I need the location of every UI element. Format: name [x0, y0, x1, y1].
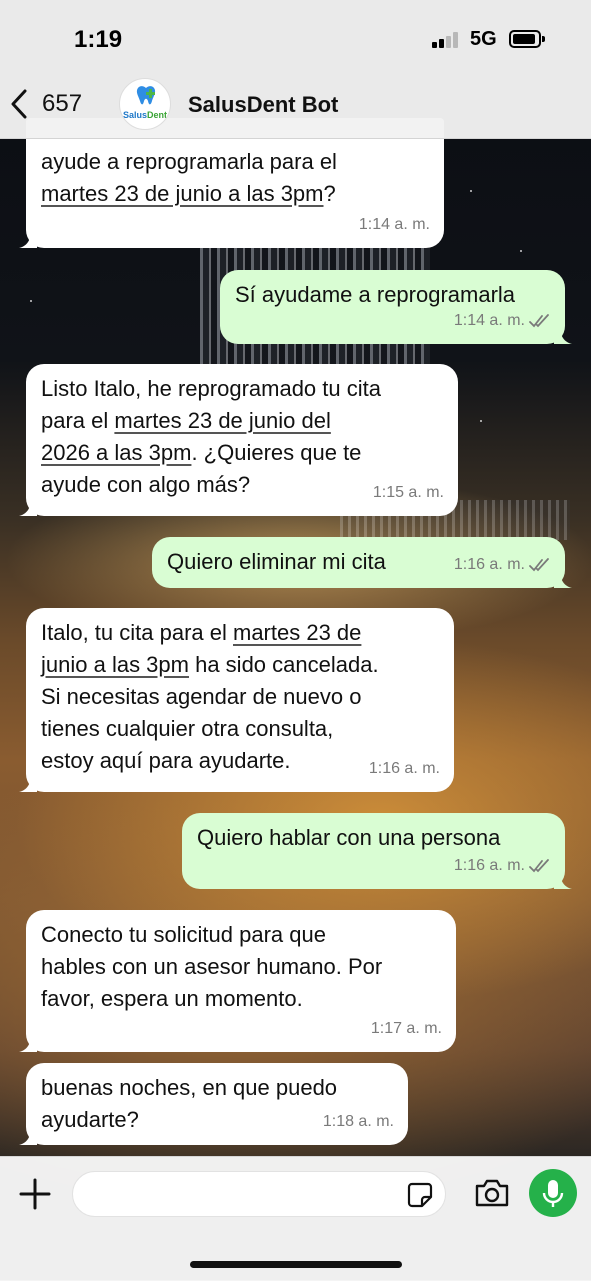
message-meta: 1:16 a. m. — [454, 850, 551, 882]
message-timestamp: 1:15 a. m. — [372, 484, 444, 501]
chat-header: 1:19 5G 657 SalusDent SalusDent Bot — [0, 0, 591, 139]
battery-icon — [509, 30, 545, 48]
date-link[interactable]: martes 23 de junio a las 3pm — [41, 181, 324, 206]
wallpaper-star — [470, 190, 472, 192]
message-timestamp: 1:16 a. m. — [368, 760, 440, 777]
double-check-icon — [529, 314, 549, 328]
signal-icon — [432, 32, 462, 48]
message-input-field[interactable] — [72, 1171, 446, 1218]
outgoing-message[interactable]: Quiero hablar con una persona 1:16 a. m. — [182, 813, 572, 889]
contact-name[interactable]: SalusDent Bot — [188, 92, 338, 118]
back-chevron-icon — [11, 89, 27, 119]
avatar[interactable]: SalusDent — [119, 78, 171, 130]
double-check-icon — [529, 558, 549, 572]
message-timestamp: 1:14 a. m. — [453, 312, 525, 329]
bubble-tail — [554, 326, 572, 344]
message-text: Conecto tu solicitud para que hables con… — [41, 922, 383, 1011]
bubble-tail — [554, 570, 572, 588]
double-check-icon — [529, 859, 549, 873]
message-timestamp: 1:17 a. m. — [370, 1020, 442, 1037]
message-timestamp: 1:18 a. m. — [322, 1113, 394, 1130]
message-meta: 1:15 a. m. — [373, 477, 444, 509]
message-timestamp: 1:16 a. m. — [453, 556, 525, 573]
camera-icon[interactable] — [474, 1178, 510, 1208]
incoming-message[interactable]: buenas noches, en que puedo ayudarte? 1:1… — [19, 1063, 408, 1145]
bubble-tail — [554, 871, 572, 889]
bubble-tail — [19, 774, 37, 792]
incoming-message[interactable]: Conecto tu solicitud para que hables con… — [19, 910, 456, 1052]
composer-bar — [0, 1156, 591, 1281]
back-button[interactable]: 657 — [10, 84, 82, 124]
avatar-logo-text: SalusDent — [122, 110, 167, 120]
bubble-tail — [19, 230, 37, 248]
outgoing-message[interactable]: Sí ayudame a reprogramarla 1:14 a. m. — [220, 270, 572, 344]
message-input[interactable] — [89, 1172, 403, 1218]
microphone-icon — [542, 1180, 564, 1207]
message-timestamp: 1:16 a. m. — [453, 857, 525, 874]
unread-count: 657 — [42, 90, 83, 117]
message-meta: 1:16 a. m. — [369, 753, 440, 785]
bubble-tail — [19, 1127, 37, 1145]
plus-icon[interactable] — [18, 1177, 52, 1211]
message-timestamp: 1:14 a. m. — [358, 216, 430, 233]
tooth-logo-icon — [136, 86, 156, 105]
wallpaper-star — [480, 420, 482, 422]
message-meta: 1:14 a. m. — [454, 305, 551, 337]
wallpaper-star — [520, 250, 522, 252]
message-text: ayude a reprogramarla para el martes 23 … — [41, 149, 337, 206]
message-meta: 1:17 a. m. — [371, 1013, 442, 1045]
incoming-message[interactable]: Italo, tu cita para el martes 23 de juni… — [19, 608, 454, 792]
message-meta: 1:18 a. m. — [323, 1106, 394, 1138]
outgoing-message[interactable]: Quiero eliminar mi cita 1:16 a. m. — [152, 537, 572, 588]
message-meta: 1:16 a. m. — [454, 549, 551, 581]
microphone-button[interactable] — [529, 1169, 577, 1217]
home-indicator — [190, 1261, 402, 1268]
status-time: 1:19 — [74, 26, 123, 53]
bubble-tail — [19, 1034, 37, 1052]
incoming-message[interactable]: Listo Italo, he reprogramado tu cita par… — [19, 364, 458, 516]
wallpaper-star — [30, 300, 32, 302]
bubble-tail — [19, 498, 37, 516]
sticker-icon[interactable] — [407, 1182, 433, 1208]
network-label: 5G — [470, 28, 497, 50]
message-meta: 1:14 a. m. — [359, 209, 430, 241]
